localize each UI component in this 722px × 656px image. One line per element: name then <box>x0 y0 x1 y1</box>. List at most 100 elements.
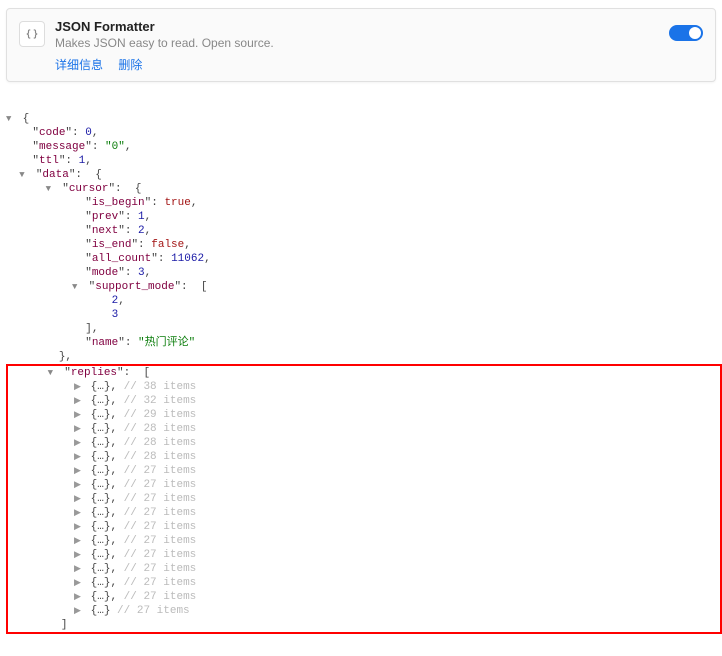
expand-icon[interactable] <box>74 450 84 464</box>
collapsed-object[interactable]: {…} <box>91 409 111 421</box>
details-link[interactable]: 详细信息 <box>55 58 103 72</box>
expand-icon[interactable] <box>74 604 84 618</box>
key-ttl: ttl <box>39 155 59 167</box>
collapsed-object[interactable]: {…} <box>91 493 111 505</box>
collapse-icon[interactable] <box>48 366 58 380</box>
key-mode: mode <box>92 267 118 279</box>
extension-description: Makes JSON easy to read. Open source. <box>55 36 669 50</box>
val-message: "0" <box>105 141 125 153</box>
key-cursor: cursor <box>69 183 109 195</box>
val-is-begin: true <box>164 197 190 209</box>
collapsed-object[interactable]: {…} <box>91 423 111 435</box>
key-data: data <box>42 169 68 181</box>
reply-row: {…}, // 28 items <box>8 436 720 450</box>
val-support-mode-1: 3 <box>112 309 119 321</box>
item-count-comment: // 27 items <box>124 591 197 603</box>
key-next: next <box>92 225 118 237</box>
extension-body: JSON Formatter Makes JSON easy to read. … <box>55 19 669 73</box>
item-count-comment: // 28 items <box>124 451 197 463</box>
extension-title: JSON Formatter <box>55 19 669 34</box>
item-count-comment: // 28 items <box>124 437 197 449</box>
collapse-icon[interactable] <box>46 182 56 196</box>
collapsed-object[interactable]: {…} <box>91 605 111 617</box>
collapse-icon[interactable] <box>72 280 82 294</box>
collapsed-object[interactable]: {…} <box>91 563 111 575</box>
item-count-comment: // 27 items <box>124 521 197 533</box>
enable-toggle[interactable] <box>669 25 703 41</box>
item-count-comment: // 29 items <box>124 409 197 421</box>
key-all-count: all_count <box>92 253 151 265</box>
key-is-end: is_end <box>92 239 132 251</box>
reply-row: {…}, // 38 items <box>8 380 720 394</box>
item-count-comment: // 27 items <box>124 479 197 491</box>
item-count-comment: // 27 items <box>124 577 197 589</box>
extension-card: JSON Formatter Makes JSON easy to read. … <box>6 8 716 82</box>
key-name: name <box>92 337 118 349</box>
item-count-comment: // 27 items <box>117 605 190 617</box>
expand-icon[interactable] <box>74 506 84 520</box>
val-is-end: false <box>151 239 184 251</box>
expand-icon[interactable] <box>74 548 84 562</box>
expand-icon[interactable] <box>74 534 84 548</box>
expand-icon[interactable] <box>74 422 84 436</box>
reply-row: {…} // 27 items <box>8 604 720 618</box>
reply-row: {…}, // 27 items <box>8 506 720 520</box>
reply-row: {…}, // 27 items <box>8 492 720 506</box>
reply-row: {…}, // 27 items <box>8 548 720 562</box>
key-replies: replies <box>71 367 117 379</box>
reply-row: {…}, // 27 items <box>8 562 720 576</box>
expand-icon[interactable] <box>74 492 84 506</box>
reply-row: {…}, // 27 items <box>8 520 720 534</box>
expand-icon[interactable] <box>74 478 84 492</box>
expand-icon[interactable] <box>74 576 84 590</box>
expand-icon[interactable] <box>74 408 84 422</box>
collapsed-object[interactable]: {…} <box>91 465 111 477</box>
collapsed-object[interactable]: {…} <box>91 507 111 519</box>
remove-link[interactable]: 删除 <box>118 58 142 72</box>
expand-icon[interactable] <box>74 562 84 576</box>
val-all-count: 11062 <box>171 253 204 265</box>
collapsed-object[interactable]: {…} <box>91 591 111 603</box>
item-count-comment: // 27 items <box>124 493 197 505</box>
expand-icon[interactable] <box>74 520 84 534</box>
collapse-icon[interactable] <box>6 112 16 126</box>
key-support-mode: support_mode <box>95 281 174 293</box>
expand-icon[interactable] <box>74 394 84 408</box>
val-mode: 3 <box>138 267 145 279</box>
item-count-comment: // 27 items <box>124 507 197 519</box>
replies-highlight: "replies": [ {…}, // 38 items {…}, // 32… <box>6 364 722 634</box>
item-count-comment: // 38 items <box>124 381 197 393</box>
item-count-comment: // 27 items <box>124 549 197 561</box>
extension-links: 详细信息 删除 <box>55 56 669 73</box>
expand-icon[interactable] <box>74 380 84 394</box>
collapsed-object[interactable]: {…} <box>91 437 111 449</box>
item-count-comment: // 28 items <box>124 423 197 435</box>
collapsed-object[interactable]: {…} <box>91 395 111 407</box>
reply-row: {…}, // 27 items <box>8 478 720 492</box>
collapsed-object[interactable]: {…} <box>91 549 111 561</box>
collapsed-object[interactable]: {…} <box>91 381 111 393</box>
key-code: code <box>39 127 65 139</box>
key-is-begin: is_begin <box>92 197 145 209</box>
val-next: 2 <box>138 225 145 237</box>
val-name: "热门评论" <box>138 337 195 349</box>
collapsed-object[interactable]: {…} <box>91 535 111 547</box>
expand-icon[interactable] <box>74 436 84 450</box>
expand-icon[interactable] <box>74 590 84 604</box>
collapse-icon[interactable] <box>19 168 29 182</box>
key-message: message <box>39 141 85 153</box>
collapsed-object[interactable]: {…} <box>91 521 111 533</box>
val-prev: 1 <box>138 211 145 223</box>
collapsed-object[interactable]: {…} <box>91 479 111 491</box>
expand-icon[interactable] <box>74 464 84 478</box>
reply-row: {…}, // 28 items <box>8 422 720 436</box>
reply-row: {…}, // 28 items <box>8 450 720 464</box>
reply-row: {…}, // 29 items <box>8 408 720 422</box>
key-prev: prev <box>92 211 118 223</box>
item-count-comment: // 32 items <box>124 395 197 407</box>
item-count-comment: // 27 items <box>124 465 197 477</box>
item-count-comment: // 27 items <box>124 535 197 547</box>
collapsed-object[interactable]: {…} <box>91 577 111 589</box>
collapsed-object[interactable]: {…} <box>91 451 111 463</box>
reply-row: {…}, // 27 items <box>8 464 720 478</box>
